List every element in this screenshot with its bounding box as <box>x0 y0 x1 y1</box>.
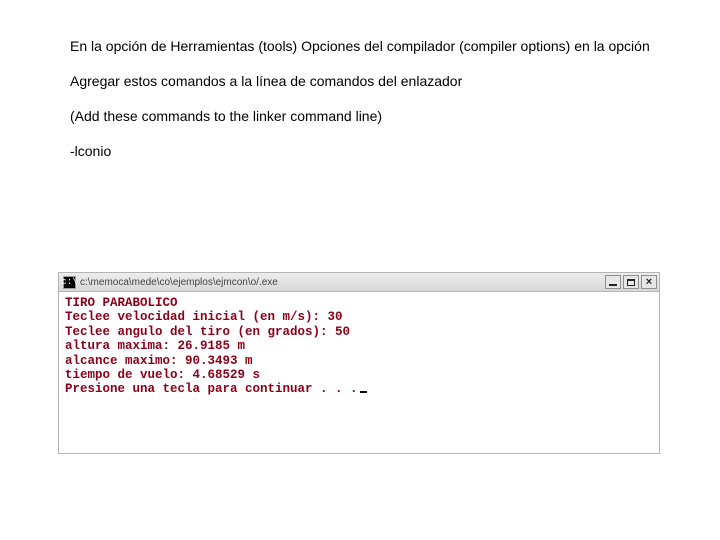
window-title-path: c:\memoca\mede\co\ejemplos\ejmcon\o/.exe <box>80 277 605 288</box>
instruction-block: En la opción de Herramientas (tools) Opc… <box>0 0 720 162</box>
close-button[interactable]: × <box>641 275 657 289</box>
instruction-paragraph-1: En la opción de Herramientas (tools) Opc… <box>70 36 660 57</box>
maximize-button[interactable] <box>623 275 639 289</box>
minimize-button[interactable] <box>605 275 621 289</box>
window-buttons: × <box>605 275 657 289</box>
instruction-paragraph-2: Agregar estos comandos a la línea de com… <box>70 71 660 92</box>
cmd-icon: c:\ <box>63 276 76 289</box>
console-output: TIRO PARABOLICO Teclee velocidad inicial… <box>65 296 653 397</box>
text-cursor <box>360 391 367 393</box>
linker-flag-text: -lconio <box>70 141 660 162</box>
instruction-paragraph-3: (Add these commands to the linker comman… <box>70 106 660 127</box>
console-body: TIRO PARABOLICO Teclee velocidad inicial… <box>58 292 660 454</box>
window-titlebar[interactable]: c:\ c:\memoca\mede\co\ejemplos\ejmcon\o/… <box>58 272 660 292</box>
console-window: c:\ c:\memoca\mede\co\ejemplos\ejmcon\o/… <box>58 272 660 454</box>
